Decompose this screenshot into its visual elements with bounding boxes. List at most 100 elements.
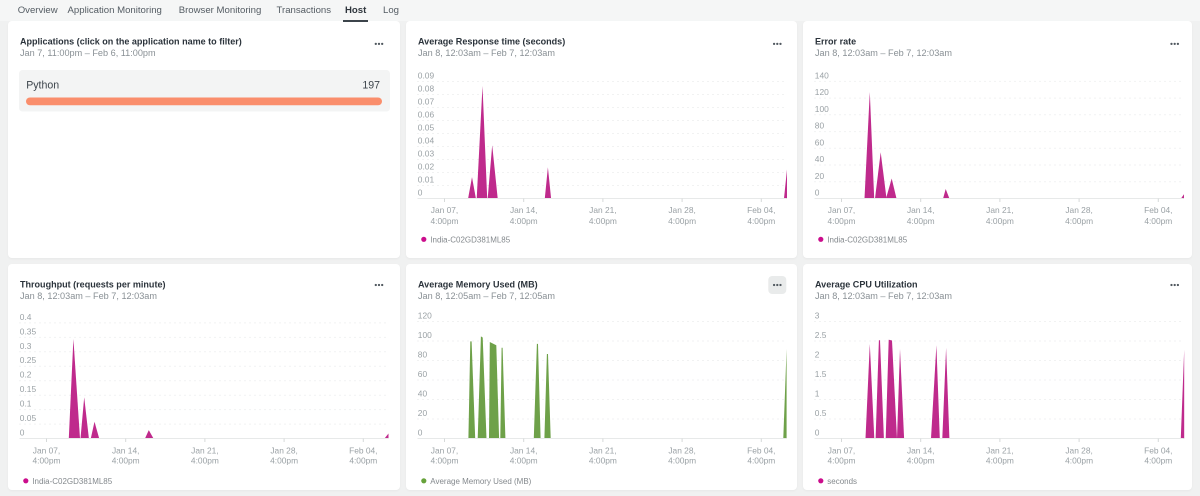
svg-text:Jan 14,: Jan 14,: [510, 445, 537, 455]
svg-text:Jan 21,: Jan 21,: [986, 445, 1013, 455]
svg-text:0.25: 0.25: [20, 355, 37, 365]
svg-text:4:00pm: 4:00pm: [747, 456, 775, 466]
svg-text:0.5: 0.5: [815, 408, 827, 418]
svg-text:4:00pm: 4:00pm: [828, 216, 856, 226]
svg-text:Jan 8, 12:03am – Feb 7, 12:03a: Jan 8, 12:03am – Feb 7, 12:03am: [815, 48, 952, 58]
svg-text:Feb 04,: Feb 04,: [747, 205, 775, 215]
svg-text:0.15: 0.15: [20, 384, 37, 394]
svg-text:0: 0: [815, 187, 820, 197]
svg-text:0.02: 0.02: [418, 161, 435, 171]
svg-text:197: 197: [362, 80, 380, 92]
svg-text:140: 140: [815, 70, 829, 80]
svg-text:4:00pm: 4:00pm: [986, 456, 1014, 466]
svg-text:4:00pm: 4:00pm: [510, 216, 538, 226]
svg-text:Average Memory Used (MB): Average Memory Used (MB): [418, 280, 538, 290]
svg-text:Feb 04,: Feb 04,: [349, 445, 377, 455]
svg-text:0.07: 0.07: [418, 97, 435, 107]
svg-text:4:00pm: 4:00pm: [907, 456, 935, 466]
svg-text:20: 20: [815, 171, 825, 181]
svg-text:0: 0: [20, 427, 25, 437]
svg-text:Jan 07,: Jan 07,: [828, 445, 855, 455]
svg-text:0.35: 0.35: [20, 326, 37, 336]
svg-text:0.08: 0.08: [418, 84, 435, 94]
svg-text:0: 0: [418, 427, 423, 437]
svg-text:4:00pm: 4:00pm: [668, 456, 696, 466]
svg-text:Jan 7, 11:00pm – Feb 6, 11:00p: Jan 7, 11:00pm – Feb 6, 11:00pm: [20, 48, 156, 58]
svg-text:0.05: 0.05: [20, 413, 37, 423]
svg-text:100: 100: [418, 330, 432, 340]
svg-text:120: 120: [815, 87, 829, 97]
svg-text:1: 1: [815, 388, 820, 398]
svg-text:Average Memory Used (MB): Average Memory Used (MB): [430, 477, 531, 486]
svg-text:Average Response time (seconds: Average Response time (seconds): [418, 37, 565, 47]
svg-text:4:00pm: 4:00pm: [349, 456, 377, 466]
svg-text:4:00pm: 4:00pm: [747, 216, 775, 226]
svg-text:India-C02GD381ML85: India-C02GD381ML85: [32, 477, 112, 486]
svg-text:Jan 14,: Jan 14,: [510, 205, 537, 215]
svg-text:0.04: 0.04: [418, 135, 435, 145]
svg-text:4:00pm: 4:00pm: [112, 456, 140, 466]
svg-text:0.05: 0.05: [418, 123, 435, 133]
svg-text:0: 0: [815, 427, 820, 437]
svg-text:4:00pm: 4:00pm: [589, 216, 617, 226]
svg-text:60: 60: [418, 369, 428, 379]
svg-text:40: 40: [815, 154, 825, 164]
svg-text:Jan 14,: Jan 14,: [112, 445, 139, 455]
svg-text:Jan 8, 12:03am – Feb 7, 12:03a: Jan 8, 12:03am – Feb 7, 12:03am: [815, 291, 952, 301]
svg-text:4:00pm: 4:00pm: [1065, 456, 1093, 466]
svg-text:4:00pm: 4:00pm: [430, 456, 458, 466]
svg-text:India-C02GD381ML85: India-C02GD381ML85: [430, 235, 510, 244]
svg-text:40: 40: [418, 388, 428, 398]
svg-text:4:00pm: 4:00pm: [668, 216, 696, 226]
svg-text:Jan 07,: Jan 07,: [431, 205, 458, 215]
svg-text:60: 60: [815, 137, 825, 147]
svg-text:Feb 04,: Feb 04,: [747, 445, 775, 455]
svg-text:Throughput (requests per minut: Throughput (requests per minute): [20, 280, 166, 290]
svg-text:80: 80: [418, 350, 428, 360]
svg-text:Jan 28,: Jan 28,: [270, 445, 297, 455]
svg-text:4:00pm: 4:00pm: [510, 456, 538, 466]
svg-text:Jan 8, 12:05am – Feb 7, 12:05a: Jan 8, 12:05am – Feb 7, 12:05am: [418, 291, 555, 301]
svg-text:Jan 28,: Jan 28,: [668, 205, 695, 215]
svg-text:Feb 04,: Feb 04,: [1144, 205, 1172, 215]
svg-text:120: 120: [418, 311, 432, 321]
svg-text:4:00pm: 4:00pm: [907, 216, 935, 226]
svg-text:Applications (click on the app: Applications (click on the application n…: [20, 37, 242, 47]
svg-text:Jan 21,: Jan 21,: [589, 205, 616, 215]
svg-text:Jan 07,: Jan 07,: [431, 445, 458, 455]
svg-text:Jan 28,: Jan 28,: [1066, 445, 1093, 455]
svg-text:4:00pm: 4:00pm: [1145, 456, 1173, 466]
svg-text:0.03: 0.03: [418, 148, 435, 158]
svg-text:4:00pm: 4:00pm: [1145, 216, 1173, 226]
svg-text:0.1: 0.1: [20, 399, 32, 409]
svg-text:Jan 8, 12:03am – Feb 7, 12:03a: Jan 8, 12:03am – Feb 7, 12:03am: [20, 291, 157, 301]
svg-text:India-C02GD381ML85: India-C02GD381ML85: [828, 235, 908, 244]
svg-text:0.09: 0.09: [418, 71, 435, 81]
svg-text:Jan 21,: Jan 21,: [986, 205, 1013, 215]
svg-text:4:00pm: 4:00pm: [986, 216, 1014, 226]
svg-text:80: 80: [815, 121, 825, 131]
svg-text:Jan 28,: Jan 28,: [668, 445, 695, 455]
svg-text:Python: Python: [26, 80, 59, 92]
svg-text:4:00pm: 4:00pm: [191, 456, 219, 466]
svg-text:Jan 07,: Jan 07,: [33, 445, 60, 455]
svg-text:4:00pm: 4:00pm: [589, 456, 617, 466]
svg-text:4:00pm: 4:00pm: [430, 216, 458, 226]
svg-text:Jan 14,: Jan 14,: [907, 445, 934, 455]
svg-text:Jan 07,: Jan 07,: [828, 205, 855, 215]
svg-text:seconds: seconds: [828, 477, 858, 486]
svg-text:Jan 14,: Jan 14,: [907, 205, 934, 215]
svg-text:0.01: 0.01: [418, 174, 435, 184]
svg-text:100: 100: [815, 104, 829, 114]
svg-text:0.06: 0.06: [418, 110, 435, 120]
svg-text:Average CPU Utilization: Average CPU Utilization: [815, 280, 918, 290]
svg-text:3: 3: [815, 311, 820, 321]
svg-text:0: 0: [418, 187, 423, 197]
svg-text:2: 2: [815, 350, 820, 360]
svg-text:Jan 8, 12:03am – Feb 7, 12:03a: Jan 8, 12:03am – Feb 7, 12:03am: [418, 48, 555, 58]
svg-text:Jan 28,: Jan 28,: [1066, 205, 1093, 215]
svg-text:2.5: 2.5: [815, 330, 827, 340]
svg-text:4:00pm: 4:00pm: [828, 456, 856, 466]
svg-text:Jan 21,: Jan 21,: [191, 445, 218, 455]
svg-text:4:00pm: 4:00pm: [33, 456, 61, 466]
